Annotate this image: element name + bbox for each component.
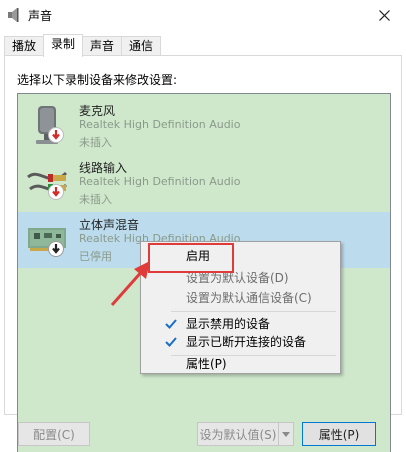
device-status: 未插入 xyxy=(79,193,112,206)
menu-item-label: 显示禁用的设备 xyxy=(186,317,271,331)
close-icon xyxy=(378,9,390,21)
chevron-down-icon xyxy=(282,431,290,437)
instruction-text: 选择以下录制设备来修改设置: xyxy=(17,73,178,87)
tab-strip: 播放 录制 声音 通信 xyxy=(4,34,162,57)
set-default-split-button[interactable]: 设为默认值(S) xyxy=(197,422,294,446)
title-bar: 声音 xyxy=(0,0,406,30)
highlight-box xyxy=(148,243,234,273)
tab-communications[interactable]: 通信 xyxy=(121,36,162,56)
device-name: 麦克风 xyxy=(79,104,116,118)
device-name: 线路输入 xyxy=(79,161,128,175)
menu-item-label: 显示已断开连接的设备 xyxy=(186,335,307,349)
sound-dialog: 声音 播放 录制 声音 通信 选择以下录制设备来修改设置: 麦克风 Realte… xyxy=(0,0,406,452)
set-default-button[interactable]: 设为默认值(S) xyxy=(197,422,279,446)
device-item-microphone[interactable]: 麦克风 Realtek High Definition Audio 未插入 xyxy=(18,98,390,154)
device-status: 未插入 xyxy=(79,136,112,149)
window-title: 声音 xyxy=(28,9,53,23)
disabled-badge-icon xyxy=(48,241,64,257)
menu-separator xyxy=(171,311,336,312)
device-name: 立体声混音 xyxy=(79,218,140,232)
device-driver: Realtek High Definition Audio xyxy=(79,175,241,188)
menu-item-properties[interactable]: 属性(P) xyxy=(143,353,338,375)
button-bar: 配置(C) 设为默认值(S) 属性(P) xyxy=(0,415,406,452)
red-arrow-icon xyxy=(110,261,150,306)
tab-recording[interactable]: 录制 xyxy=(43,34,84,57)
configure-button[interactable]: 配置(C) xyxy=(18,422,90,446)
speaker-app-icon xyxy=(8,8,19,22)
properties-button[interactable]: 属性(P) xyxy=(302,422,376,446)
device-driver: Realtek High Definition Audio xyxy=(79,118,241,131)
menu-item-show-disconnected[interactable]: 显示已断开连接的设备 xyxy=(143,331,338,353)
tab-sounds[interactable]: 声音 xyxy=(82,36,123,56)
unplugged-badge-icon xyxy=(48,184,64,200)
device-item-line-in[interactable]: 线路输入 Realtek High Definition Audio 未插入 xyxy=(18,155,390,211)
close-button[interactable] xyxy=(362,0,406,30)
menu-item-set-default-communication[interactable]: 设置为默认通信设备(C) xyxy=(143,287,338,309)
check-icon xyxy=(165,319,177,329)
tab-playback[interactable]: 播放 xyxy=(4,36,45,56)
check-icon xyxy=(165,337,177,347)
set-default-dropdown[interactable] xyxy=(278,422,294,446)
unplugged-badge-icon xyxy=(48,127,64,143)
